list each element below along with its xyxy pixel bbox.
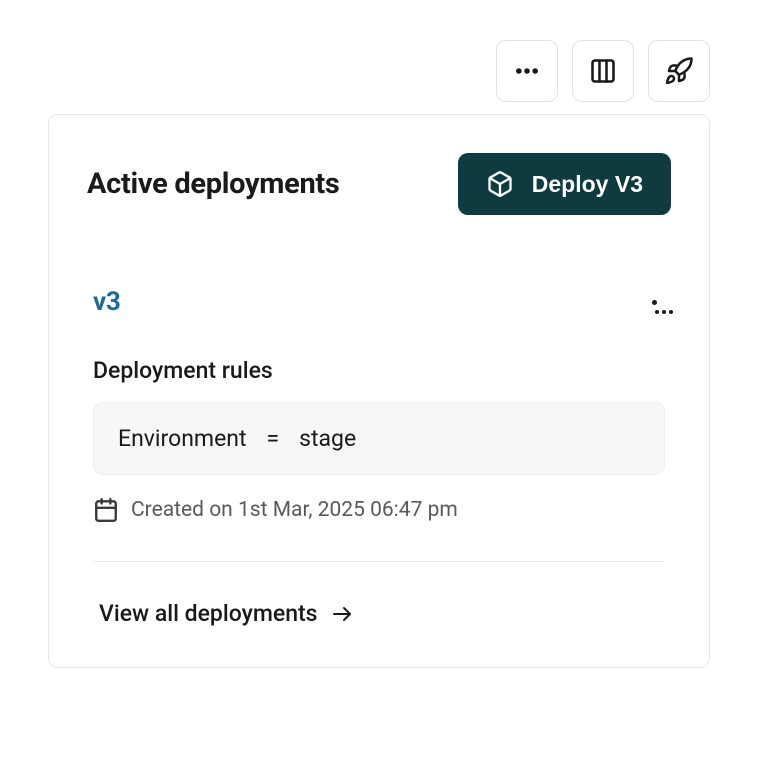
arrow-right-icon: [330, 602, 354, 626]
package-icon: [486, 170, 514, 198]
active-deployments-card: Active deployments Deploy V3 v3: [48, 114, 710, 668]
top-toolbar: [48, 40, 710, 102]
created-text: Created on 1st Mar, 2025 06:47 pm: [131, 498, 458, 522]
deploy-button-label: Deploy V3: [532, 171, 643, 198]
columns-layout-button[interactable]: [572, 40, 634, 102]
launch-button[interactable]: [648, 40, 710, 102]
rule-operator: =: [267, 425, 280, 452]
deploy-button[interactable]: Deploy V3: [458, 153, 671, 215]
calendar-icon: [93, 497, 119, 523]
deployment-item: v3 Deployment rules Environment = stage: [87, 287, 671, 633]
view-all-label: View all deployments: [99, 600, 318, 627]
deployment-version-link[interactable]: v3: [93, 287, 120, 317]
view-all-deployments-link[interactable]: View all deployments: [93, 594, 665, 633]
columns-icon: [589, 57, 617, 85]
deployment-header: v3: [93, 287, 665, 317]
more-horizontal-icon: [513, 57, 541, 85]
rule-value: stage: [299, 425, 356, 452]
more-horizontal-icon: [652, 300, 657, 305]
created-timestamp: Created on 1st Mar, 2025 06:47 pm: [93, 497, 665, 523]
rocket-icon: [664, 56, 694, 86]
more-options-button[interactable]: [496, 40, 558, 102]
card-title: Active deployments: [87, 167, 340, 201]
rule-key: Environment: [118, 425, 247, 452]
deployment-rules-label: Deployment rules: [93, 357, 665, 384]
card-header: Active deployments Deploy V3: [87, 153, 671, 215]
deployment-rule: Environment = stage: [93, 402, 665, 475]
divider: [93, 561, 665, 562]
deployment-more-button[interactable]: [644, 292, 665, 313]
